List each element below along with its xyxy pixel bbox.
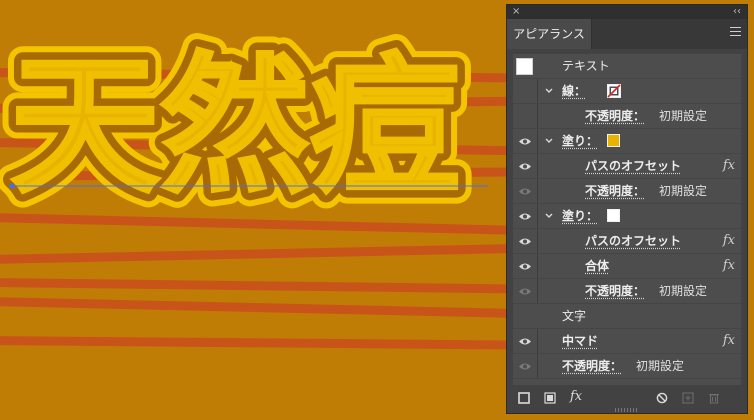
- stroke-none-swatch-icon[interactable]: [607, 84, 621, 98]
- chevron-down-icon[interactable]: [544, 211, 554, 221]
- opacity-value: 初期設定: [659, 109, 708, 123]
- text-anchor-point[interactable]: [9, 183, 15, 189]
- row-label: 文字: [562, 309, 587, 323]
- row-pathfinder-exclude[interactable]: 中マド fx: [513, 329, 741, 354]
- fx-icon[interactable]: fx: [723, 154, 735, 178]
- add-new-effect-icon[interactable]: fx: [570, 389, 582, 404]
- opacity-label-link[interactable]: 不透明度：: [562, 354, 622, 378]
- effect-unite-link[interactable]: 合体: [585, 254, 609, 278]
- visibility-cell: [513, 179, 538, 203]
- appearance-panel: × ‹‹ アピアランス テキスト 線： 不透明度： 初期設定 塗り： パスのオフ…: [506, 4, 748, 414]
- visibility-cell: [513, 229, 538, 253]
- row-fill-opacity[interactable]: 不透明度： 初期設定: [513, 179, 741, 204]
- panel-menu-icon[interactable]: [730, 27, 741, 37]
- panel-resize-grip[interactable]: [615, 408, 639, 412]
- eye-icon[interactable]: [518, 337, 532, 346]
- row-stroke-opacity[interactable]: 不透明度： 初期設定: [513, 104, 741, 129]
- fill-label-link[interactable]: 塗り：: [562, 204, 598, 228]
- eye-icon[interactable]: [518, 362, 532, 371]
- add-new-stroke-icon[interactable]: [518, 392, 530, 404]
- visibility-cell: [513, 104, 538, 128]
- fx-icon[interactable]: fx: [723, 229, 735, 253]
- fill-swatch-yellow[interactable]: [607, 134, 620, 147]
- effect-offset-path-link[interactable]: パスのオフセット: [585, 229, 681, 253]
- visibility-cell: [513, 279, 538, 303]
- object-thumbnail: [516, 58, 533, 75]
- opacity-label-link[interactable]: 不透明度：: [585, 279, 645, 303]
- eye-icon[interactable]: [518, 237, 532, 246]
- row-text-object[interactable]: テキスト: [513, 54, 741, 79]
- row-fill-yellow[interactable]: 塗り：: [513, 129, 741, 154]
- row-offset-path[interactable]: パスのオフセット fx: [513, 229, 741, 254]
- artwork-fill-text: 天然痘: [10, 40, 460, 214]
- panel-tab-row: アピアランス: [507, 19, 747, 49]
- row-characters[interactable]: 文字: [513, 304, 741, 329]
- trash-icon[interactable]: [708, 392, 720, 404]
- stripe: [0, 336, 521, 350]
- eye-icon[interactable]: [518, 137, 532, 146]
- eye-icon[interactable]: [518, 287, 532, 296]
- visibility-cell: [513, 79, 538, 103]
- fx-icon[interactable]: fx: [723, 254, 735, 278]
- opacity-value: 初期設定: [659, 284, 708, 298]
- visibility-cell: [513, 154, 538, 178]
- eye-icon[interactable]: [518, 262, 532, 271]
- add-new-fill-icon[interactable]: [544, 392, 556, 404]
- visibility-cell: [513, 204, 538, 228]
- chevron-down-icon[interactable]: [544, 86, 554, 96]
- stripe: [0, 278, 521, 294]
- effect-offset-path-link[interactable]: パスのオフセット: [585, 154, 681, 178]
- row-fill-opacity[interactable]: 不透明度： 初期設定: [513, 279, 741, 304]
- effect-exclude-link[interactable]: 中マド: [562, 329, 598, 353]
- stripe: [0, 243, 520, 264]
- tab-appearance[interactable]: アピアランス: [507, 19, 592, 49]
- row-label: テキスト: [562, 59, 610, 73]
- panel-title-bar[interactable]: × ‹‹: [507, 5, 747, 19]
- close-icon[interactable]: ×: [512, 5, 520, 19]
- visibility-cell: [513, 129, 538, 153]
- stroke-label-link[interactable]: 線：: [562, 79, 586, 103]
- visibility-cell: [513, 329, 538, 353]
- fill-label-link[interactable]: 塗り：: [562, 129, 598, 153]
- artwork-text-object[interactable]: 天然痘 天然痘 天然痘: [0, 0, 510, 230]
- stripe: [0, 297, 520, 319]
- eye-icon[interactable]: [518, 212, 532, 221]
- opacity-label-link[interactable]: 不透明度：: [585, 179, 645, 203]
- row-stroke[interactable]: 線：: [513, 79, 741, 104]
- opacity-value: 初期設定: [636, 359, 685, 373]
- fill-swatch-white[interactable]: [607, 209, 620, 222]
- row-offset-path[interactable]: パスのオフセット fx: [513, 154, 741, 179]
- row-object-opacity[interactable]: 不透明度： 初期設定: [513, 354, 741, 379]
- visibility-cell: [513, 254, 538, 278]
- chevron-down-icon[interactable]: [544, 136, 554, 146]
- appearance-list: テキスト 線： 不透明度： 初期設定 塗り： パスのオフセット fx 不透明度：…: [513, 54, 741, 385]
- eye-icon[interactable]: [518, 162, 532, 171]
- eye-icon[interactable]: [518, 187, 532, 196]
- duplicate-item-icon[interactable]: [682, 392, 694, 404]
- opacity-label-link[interactable]: 不透明度：: [585, 104, 645, 128]
- fx-icon[interactable]: fx: [723, 329, 735, 353]
- row-fill-white[interactable]: 塗り：: [513, 204, 741, 229]
- row-pathfinder-unite[interactable]: 合体 fx: [513, 254, 741, 279]
- opacity-value: 初期設定: [659, 184, 708, 198]
- collapse-icon[interactable]: ‹‹: [733, 5, 741, 19]
- visibility-cell: [513, 354, 538, 378]
- clear-appearance-icon[interactable]: [656, 392, 668, 404]
